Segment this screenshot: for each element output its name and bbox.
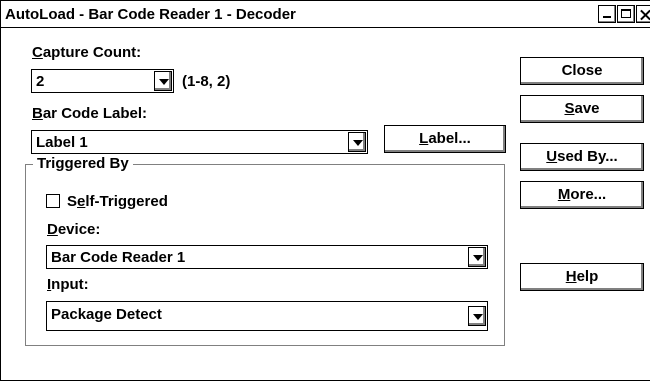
label-button-text: abel...: [428, 130, 471, 147]
self-triggered-text-b: lf-Triggered: [85, 193, 168, 210]
input-label: Input:: [47, 276, 89, 293]
chevron-down-icon[interactable]: [468, 247, 486, 267]
close-button[interactable]: Close: [520, 57, 644, 85]
bar-code-label-accel: B: [32, 105, 43, 122]
bar-code-label-text: ar Code Label:: [42, 105, 148, 122]
capture-count-label-accel: C: [32, 44, 43, 61]
minimize-icon: [599, 6, 615, 22]
label-button-accel: L: [419, 130, 429, 147]
maximize-button[interactable]: [617, 5, 635, 23]
input-value: Package Detect: [51, 306, 162, 323]
input-label-text: nput:: [51, 276, 89, 293]
triggered-by-label: Triggered By: [33, 155, 133, 172]
decoder-dialog: AutoLoad - Bar Code Reader 1 - Decoder C…: [0, 0, 650, 381]
save-button[interactable]: Save: [520, 95, 644, 123]
capture-count-label-text: apture Count:: [42, 44, 142, 61]
more-button[interactable]: More...: [520, 181, 644, 209]
chevron-down-icon[interactable]: [154, 71, 172, 91]
self-triggered-text-a: S: [67, 193, 78, 210]
bar-code-label-select[interactable]: Label 1: [31, 130, 368, 154]
used-by-accel: U: [546, 148, 558, 165]
save-accel: S: [564, 100, 575, 117]
used-by-text: sed By...: [557, 148, 618, 165]
more-accel: M: [557, 186, 571, 203]
bar-code-label-value: Label 1: [36, 134, 88, 151]
device-value: Bar Code Reader 1: [51, 249, 186, 266]
device-label: Device:: [47, 221, 100, 238]
capture-count-label: Capture Count:: [32, 44, 141, 61]
help-text: elp: [576, 268, 599, 285]
title-bar[interactable]: AutoLoad - Bar Code Reader 1 - Decoder: [1, 2, 650, 28]
device-label-text: evice:: [57, 221, 101, 238]
bar-code-label-label: Bar Code Label:: [32, 105, 147, 122]
self-triggered-checkbox[interactable]: [46, 194, 60, 208]
device-label-accel: D: [47, 221, 58, 238]
title-bar-controls: [597, 5, 650, 25]
label-button[interactable]: Label...: [384, 125, 506, 153]
minimize-button[interactable]: [598, 5, 616, 23]
window-title: AutoLoad - Bar Code Reader 1 - Decoder: [5, 6, 296, 23]
maximize-icon: [618, 6, 634, 22]
used-by-button[interactable]: Used By...: [520, 143, 644, 171]
save-text: ave: [574, 100, 600, 117]
more-text: ore...: [570, 186, 607, 203]
device-select[interactable]: Bar Code Reader 1: [46, 245, 488, 269]
self-triggered-label[interactable]: Self-Triggered: [67, 193, 168, 210]
help-button[interactable]: Help: [520, 263, 644, 291]
help-accel: H: [565, 268, 577, 285]
chevron-down-icon[interactable]: [468, 306, 486, 326]
close-icon: [637, 6, 650, 22]
close-window-button[interactable]: [636, 5, 650, 23]
input-select[interactable]: Package Detect: [46, 301, 488, 331]
capture-count-value: 2: [36, 73, 45, 90]
capture-count-range-hint: (1-8, 2): [182, 73, 231, 90]
capture-count-select[interactable]: 2: [31, 69, 174, 93]
chevron-down-icon[interactable]: [348, 132, 366, 152]
